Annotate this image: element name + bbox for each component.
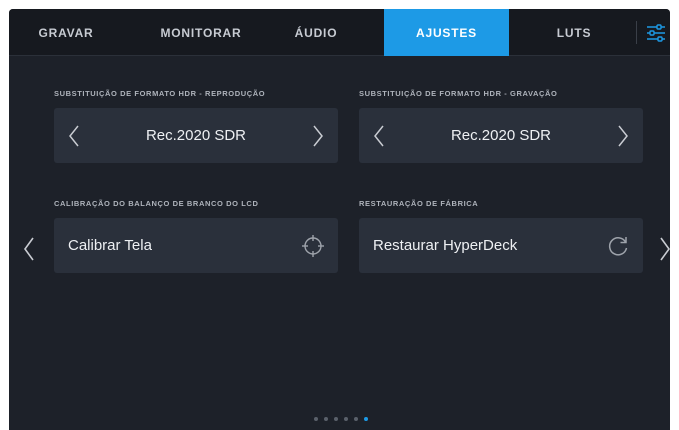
refresh-icon xyxy=(603,231,633,261)
tab-monitorar[interactable]: MONITORAR xyxy=(141,9,261,56)
hdr-record-next-button[interactable] xyxy=(603,108,643,163)
sliders-icon xyxy=(646,23,665,42)
tab-bar: GRAVAR MONITORAR ÁUDIO AJUSTES LUTS xyxy=(9,9,670,56)
hdr-playback-label: SUBSTITUIÇÃO DE FORMATO HDR - REPRODUÇÃO xyxy=(54,89,266,98)
tab-luts[interactable]: LUTS xyxy=(529,9,619,56)
page-dot[interactable] xyxy=(364,417,368,421)
page-prev-button[interactable] xyxy=(19,234,39,264)
factory-reset-button[interactable]: Restaurar HyperDeck xyxy=(359,218,643,273)
page-indicator xyxy=(314,415,368,423)
hdr-playback-value: Rec.2020 SDR xyxy=(145,127,247,144)
hdr-playback-next-button[interactable] xyxy=(298,108,338,163)
page-next-button[interactable] xyxy=(655,234,670,264)
chevron-right-icon xyxy=(313,125,323,146)
tab-ajustes[interactable]: AJUSTES xyxy=(384,9,509,56)
page-dot[interactable] xyxy=(334,417,338,421)
hdr-playback-selector: Rec.2020 SDR xyxy=(54,108,338,163)
tab-audio[interactable]: ÁUDIO xyxy=(271,9,361,56)
tab-divider xyxy=(636,21,637,44)
page-dot[interactable] xyxy=(354,417,358,421)
settings-screen: GRAVAR MONITORAR ÁUDIO AJUSTES LUTS SUBS… xyxy=(9,9,670,430)
hdr-record-selector: Rec.2020 SDR xyxy=(359,108,643,163)
crosshair-icon xyxy=(298,231,328,261)
menu-button[interactable] xyxy=(641,9,670,56)
factory-reset-label: RESTAURAÇÃO DE FÁBRICA xyxy=(359,199,479,208)
factory-reset-action-label: Restaurar HyperDeck xyxy=(373,237,518,254)
chevron-right-icon xyxy=(618,125,628,146)
chevron-right-icon xyxy=(660,237,670,261)
hdr-record-label: SUBSTITUIÇÃO DE FORMATO HDR - GRAVAÇÃO xyxy=(359,89,558,98)
tab-gravar[interactable]: GRAVAR xyxy=(21,9,111,56)
page-dot[interactable] xyxy=(344,417,348,421)
lcd-calibration-label: CALIBRAÇÃO DO BALANÇO DE BRANCO DO LCD xyxy=(54,199,259,208)
calibrate-screen-label: Calibrar Tela xyxy=(68,237,152,254)
page-dot[interactable] xyxy=(324,417,328,421)
chevron-left-icon xyxy=(24,237,34,261)
calibrate-screen-button[interactable]: Calibrar Tela xyxy=(54,218,338,273)
page-dot[interactable] xyxy=(314,417,318,421)
hdr-record-value: Rec.2020 SDR xyxy=(450,127,552,144)
